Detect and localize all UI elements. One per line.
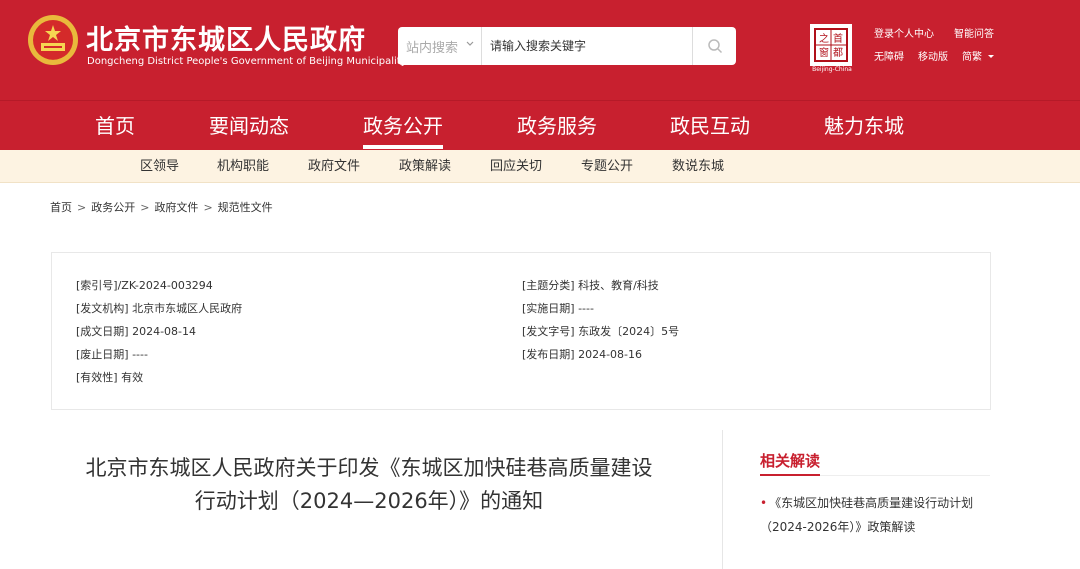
caret-down-icon	[988, 55, 995, 58]
subnav-responses[interactable]: 回应关切	[490, 150, 542, 183]
search-scope-select[interactable]: 站内搜索	[398, 27, 482, 65]
nav-gov-affairs[interactable]: 政务公开	[363, 101, 443, 151]
subnav-policy-interpretation[interactable]: 政策解读	[399, 150, 451, 183]
bullet-icon: •	[760, 496, 768, 510]
nav-gov-services[interactable]: 政务服务	[517, 101, 597, 151]
subnav-functions[interactable]: 机构职能	[217, 150, 269, 183]
breadcrumb-gov-affairs[interactable]: 政务公开	[91, 201, 135, 214]
search-input[interactable]	[490, 27, 690, 65]
svg-text:都: 都	[833, 47, 843, 59]
breadcrumb-home[interactable]: 首页	[50, 201, 72, 214]
meta-written-date: [成文日期] 2024-08-14	[76, 325, 197, 338]
article-title: 北京市东城区人民政府关于印发《东城区加快硅巷高质量建设 行动计划（2024—20…	[44, 452, 694, 518]
article-title-line-1: 北京市东城区人民政府关于印发《东城区加快硅巷高质量建设	[85, 456, 653, 480]
mobile-link[interactable]: 移动版	[918, 48, 948, 63]
logo-seal-frame: 首 都 之 窗	[814, 28, 848, 62]
svg-text:窗: 窗	[819, 46, 829, 59]
sub-nav: 区领导 机构职能 政府文件 政策解读 回应关切 专题公开 数说东城	[0, 150, 1080, 183]
document-meta-box: [索引号]/ZK-2024-003294 [发文机构] 北京市东城区人民政府 […	[51, 252, 991, 410]
subnav-topics[interactable]: 专题公开	[581, 150, 633, 183]
chevron-down-icon	[466, 41, 474, 46]
meta-publish-date: [发布日期] 2024-08-16	[522, 348, 643, 361]
site-subtitle: Dongcheng District People's Government o…	[87, 56, 407, 67]
national-emblem-icon	[28, 15, 78, 65]
search-bar: 站内搜索	[398, 27, 736, 65]
search-icon	[707, 39, 722, 54]
breadcrumb-normative-docs[interactable]: 规范性文件	[218, 201, 273, 214]
breadcrumb-separator: >	[77, 201, 87, 214]
related-item-link[interactable]: 《东城区加快硅巷高质量建设行动计划（2024-2026年）》政策解读	[760, 496, 973, 534]
related-heading-underline	[760, 474, 820, 476]
meta-topic: [主题分类] 科技、教育/科技	[522, 279, 659, 292]
svg-text:首: 首	[833, 32, 843, 45]
article-title-line-2: 行动计划（2024—2026年）》的通知	[194, 489, 544, 513]
nav-interaction[interactable]: 政民互动	[670, 101, 750, 151]
meta-issuing-agency: [发文机构] 北京市东城区人民政府	[76, 302, 243, 315]
language-toggle-label: 简繁	[962, 52, 982, 63]
nav-charm-dongcheng[interactable]: 魅力东城	[824, 101, 904, 151]
meta-right-column: [主题分类] 科技、教育/科技 [实施日期] ---- [发文字号] 东政发〔2…	[522, 277, 679, 369]
meta-validity: [有效性] 有效	[76, 371, 144, 384]
related-heading: 相关解读	[760, 452, 821, 470]
subnav-data[interactable]: 数说东城	[672, 150, 724, 183]
smart-qa-link[interactable]: 智能问答	[954, 25, 994, 48]
nav-news[interactable]: 要闻动态	[209, 101, 289, 151]
meta-effective-date: [实施日期] ----	[522, 302, 594, 315]
nav-home[interactable]: 首页	[95, 101, 135, 151]
related-item[interactable]: • 《东城区加快硅巷高质量建设行动计划（2024-2026年）》政策解读	[760, 491, 990, 539]
capital-window-logo[interactable]: 首 都 之 窗	[810, 24, 852, 66]
accessibility-link[interactable]: 无障碍	[874, 48, 904, 63]
search-button[interactable]	[692, 27, 736, 65]
login-link[interactable]: 登录个人中心	[874, 25, 934, 48]
breadcrumb: 首页 > 政务公开 > 政府文件 > 规范性文件	[50, 199, 273, 215]
search-scope-label: 站内搜索	[406, 40, 459, 56]
language-toggle[interactable]: 简繁	[962, 48, 995, 63]
logo-caption: Beijing-China	[812, 66, 852, 73]
subnav-gov-documents[interactable]: 政府文件	[308, 150, 360, 183]
breadcrumb-gov-documents[interactable]: 政府文件	[154, 201, 198, 214]
site-title: 北京市东城区人民政府	[86, 25, 366, 56]
site-header: 北京市东城区人民政府 Dongcheng District People's G…	[0, 0, 1080, 100]
meta-left-column: [索引号]/ZK-2024-003294 [发文机构] 北京市东城区人民政府 […	[76, 277, 242, 392]
logo-seal-icon: 首 都 之 窗	[816, 30, 846, 60]
breadcrumb-separator: >	[203, 201, 213, 214]
meta-index-number: [索引号]/ZK-2024-003294	[76, 279, 213, 292]
meta-document-number: [发文字号] 东政发〔2024〕5号	[522, 325, 680, 338]
content-divider	[722, 430, 723, 569]
breadcrumb-separator: >	[140, 201, 150, 214]
nav-active-indicator	[363, 145, 443, 149]
top-links: 登录个人中心 智能问答 无障碍 移动版 简繁	[874, 25, 1054, 63]
meta-repeal-date: [废止日期] ----	[76, 348, 148, 361]
svg-text:之: 之	[819, 32, 829, 45]
main-nav: 首页 要闻动态 政务公开 政务服务 政民互动 魅力东城	[0, 100, 1080, 150]
subnav-leaders[interactable]: 区领导	[140, 150, 179, 183]
